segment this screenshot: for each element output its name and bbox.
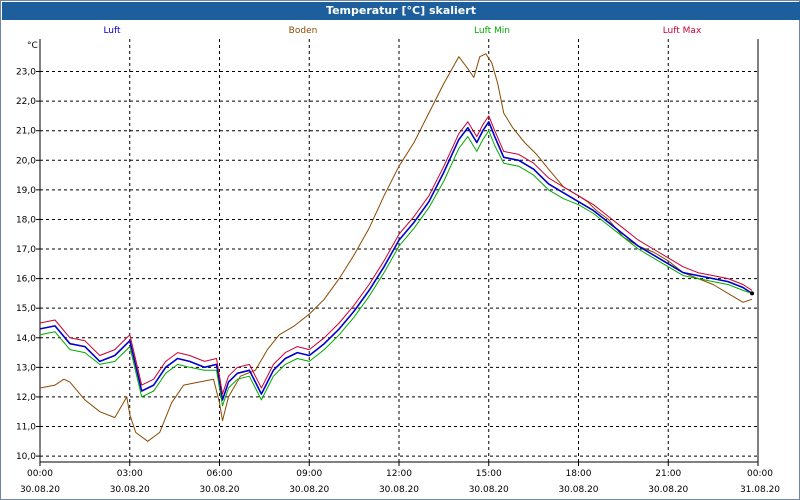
x-tick-time-8: 00:00 bbox=[747, 469, 773, 479]
y-tick-label-0: 10,0 bbox=[16, 452, 36, 462]
x-tick-date-1: 30.08.20 bbox=[110, 485, 150, 495]
y-tick-label-1: 11,0 bbox=[16, 423, 36, 433]
x-tick-time-4: 12:00 bbox=[386, 469, 412, 479]
y-tick-label-7: 17,0 bbox=[16, 245, 36, 255]
x-tick-time-1: 03:00 bbox=[117, 469, 143, 479]
y-tick-label-13: 23,0 bbox=[16, 68, 36, 78]
x-tick-time-5: 15:00 bbox=[476, 469, 502, 479]
x-tick-date-7: 30.08.20 bbox=[648, 485, 688, 495]
y-tick-label-8: 18,0 bbox=[16, 215, 36, 225]
x-tick-date-2: 30.08.20 bbox=[199, 485, 239, 495]
x-tick-date-4: 30.08.20 bbox=[379, 485, 419, 495]
legend-item-3: Luft Max bbox=[663, 26, 702, 36]
x-tick-time-2: 06:00 bbox=[207, 469, 233, 479]
legend-item-1: Boden bbox=[289, 26, 318, 36]
x-tick-date-5: 30.08.20 bbox=[469, 485, 509, 495]
x-tick-date-3: 30.08.20 bbox=[289, 485, 329, 495]
chart-tick-labels: 10,0 11,0 12,0 13,0 14,0 15,0 16,0 17,0 18,0 19,0… bbox=[16, 68, 780, 495]
y-tick-label-10: 20,0 bbox=[16, 156, 36, 166]
series-end-point bbox=[750, 291, 755, 296]
y-tick-label-11: 21,0 bbox=[16, 127, 36, 137]
x-tick-time-3: 09:00 bbox=[296, 469, 322, 479]
series-line-luft bbox=[39, 121, 753, 401]
series-line-boden bbox=[39, 53, 753, 442]
x-tick-time-6: 18:00 bbox=[566, 469, 592, 479]
y-tick-label-5: 15,0 bbox=[16, 304, 36, 314]
legend-item-2: Luft Min bbox=[474, 26, 510, 36]
y-tick-label-6: 16,0 bbox=[16, 275, 36, 285]
x-tick-time-0: 00:00 bbox=[27, 469, 53, 479]
x-tick-date-0: 30.08.20 bbox=[20, 485, 60, 495]
temperature-chart: Luft Boden Luft Min Luft Max °C 10,0 11,0 12,… bbox=[16, 26, 780, 495]
chart-series bbox=[39, 53, 755, 442]
y-tick-label-2: 12,0 bbox=[16, 393, 36, 403]
x-tick-date-6: 30.08.20 bbox=[558, 485, 598, 495]
chart-legend: Luft Boden Luft Min Luft Max bbox=[103, 26, 702, 36]
x-tick-date-8: 31.08.20 bbox=[740, 485, 780, 495]
series-line-luft-max bbox=[39, 115, 753, 395]
x-tick-time-7: 21:00 bbox=[655, 469, 681, 479]
y-tick-label-4: 14,0 bbox=[16, 334, 36, 344]
y-tick-label-3: 13,0 bbox=[16, 363, 36, 373]
legend-item-0: Luft bbox=[103, 26, 121, 36]
y-tick-label-9: 19,0 bbox=[16, 186, 36, 196]
y-tick-label-12: 22,0 bbox=[16, 97, 36, 107]
y-axis-unit-label: °C bbox=[27, 41, 38, 51]
